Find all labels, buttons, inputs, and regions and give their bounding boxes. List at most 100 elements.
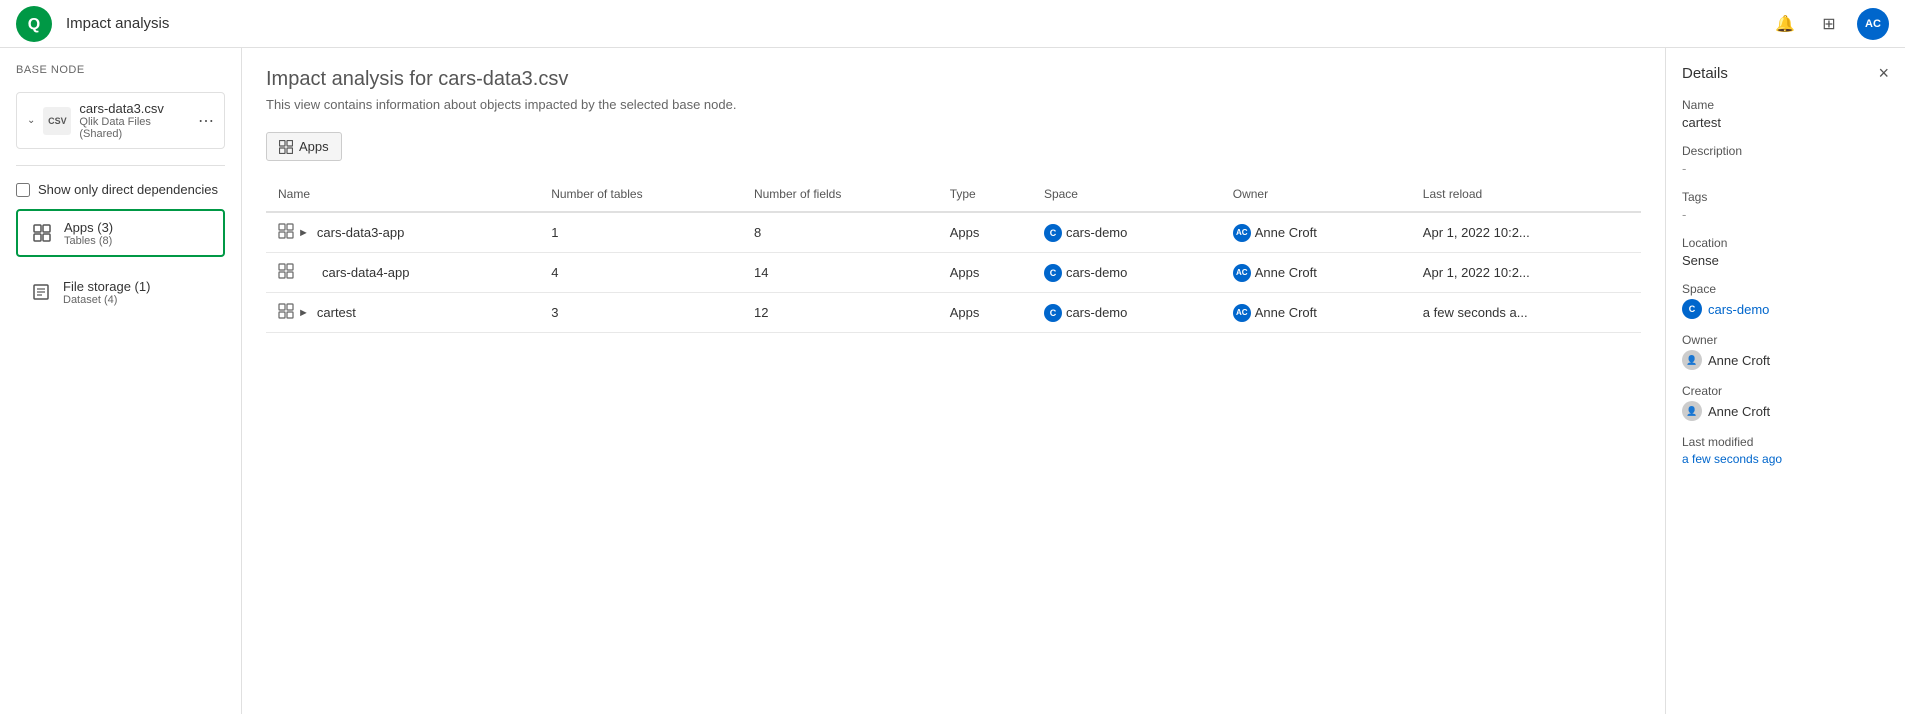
detail-tags-label: Tags [1682,190,1889,204]
row-space-dot-icon: C [1044,224,1062,242]
row-space-name: cars-demo [1066,225,1127,240]
row-name: cars-data4-app [322,265,409,280]
row-app-icon [278,223,294,242]
col-name: Name [266,177,539,212]
detail-creator-icon: 👤 [1682,401,1702,421]
page-title: Impact analysis for cars-data3.csv [266,68,1641,91]
row-space-dot-icon: C [1044,264,1062,282]
detail-last-modified-label: Last modified [1682,435,1889,449]
row-space: C cars-demo [1032,212,1221,253]
row-owner: AC Anne Croft [1221,253,1411,293]
svg-text:Q: Q [28,16,40,33]
detail-owner-icon: 👤 [1682,350,1702,370]
detail-location-value: Sense [1682,253,1889,268]
table-row[interactable]: ► cars-data3-app 1 8 Apps C cars-demo AC… [266,212,1641,253]
detail-description-label: Description [1682,144,1889,158]
logo-area: Q Impact analysis [16,6,169,42]
col-last-reload: Last reload [1411,177,1641,212]
file-storage-nav-title: File storage (1) [63,279,214,294]
base-node-label: Base node [16,64,225,76]
row-space: C cars-demo [1032,253,1221,293]
file-storage-nav-icon [27,278,55,306]
detail-creator-label: Creator [1682,384,1889,398]
base-node-info: cars-data3.csv Qlik Data Files (Shared) [79,101,190,140]
detail-description-section: Description - [1682,144,1889,176]
table-row[interactable]: cars-data4-app 4 14 Apps C cars-demo AC … [266,253,1641,293]
detail-owner-row: 👤 Anne Croft [1682,350,1889,370]
detail-name-label: Name [1682,98,1889,112]
row-num-fields: 8 [742,212,938,253]
row-owner: AC Anne Croft [1221,212,1411,253]
detail-location-label: Location [1682,236,1889,250]
row-expand-button[interactable]: ► [298,227,309,239]
details-panel: Details × Name cartest Description - Tag… [1665,48,1905,714]
topnav-icons: 🔔 ⊞ AC [1769,8,1889,40]
apps-grid-button[interactable]: ⊞ [1813,8,1845,40]
row-space-name: cars-demo [1066,265,1127,280]
row-num-tables: 4 [539,253,742,293]
row-app-icon [278,303,294,322]
row-name: cartest [317,305,356,320]
detail-description-value: - [1682,161,1889,176]
expand-chevron-icon[interactable]: ⌄ [27,115,35,126]
row-type: Apps [938,212,1032,253]
row-space: C cars-demo [1032,293,1221,333]
row-type: Apps [938,253,1032,293]
apps-tab-icon [279,140,293,154]
apps-tab-button[interactable]: Apps [266,132,342,161]
detail-space-dot-icon: C [1682,299,1702,319]
row-owner: AC Anne Croft [1221,293,1411,333]
col-type: Type [938,177,1032,212]
base-node-card: ⌄ CSV cars-data3.csv Qlik Data Files (Sh… [16,92,225,149]
row-expand-button[interactable]: ► [298,307,309,319]
sidebar-item-apps[interactable]: Apps (3) Tables (8) [16,209,225,257]
detail-space-link[interactable]: cars-demo [1708,302,1769,317]
table-row[interactable]: ► cartest 3 12 Apps C cars-demo AC Anne … [266,293,1641,333]
close-details-button[interactable]: × [1878,64,1889,82]
detail-owner-label: Owner [1682,333,1889,347]
apps-nav-sub: Tables (8) [64,235,213,247]
apps-tab-label: Apps [299,139,329,154]
row-owner-name: Anne Croft [1255,225,1317,240]
detail-owner-value: Anne Croft [1708,353,1770,368]
user-avatar-button[interactable]: AC [1857,8,1889,40]
file-storage-nav-text: File storage (1) Dataset (4) [63,279,214,306]
detail-space-section: Space C cars-demo [1682,282,1889,319]
col-num-tables: Number of tables [539,177,742,212]
topnav: Q Impact analysis 🔔 ⊞ AC [0,0,1905,48]
row-name-cell: cars-data4-app [266,253,539,293]
file-storage-nav-sub: Dataset (4) [63,294,214,306]
notifications-button[interactable]: 🔔 [1769,8,1801,40]
direct-dependencies-checkbox[interactable] [16,183,30,197]
detail-last-modified-value: a few seconds ago [1682,452,1889,466]
col-space: Space [1032,177,1221,212]
row-last-reload: Apr 1, 2022 10:2... [1411,212,1641,253]
sidebar-item-file-storage[interactable]: File storage (1) Dataset (4) [16,269,225,315]
row-num-fields: 14 [742,253,938,293]
detail-location-section: Location Sense [1682,236,1889,268]
detail-space-badge: C cars-demo [1682,299,1889,319]
row-type: Apps [938,293,1032,333]
apps-nav-text: Apps (3) Tables (8) [64,220,213,247]
row-owner-dot-icon: AC [1233,304,1251,322]
row-last-reload: Apr 1, 2022 10:2... [1411,253,1641,293]
col-num-fields: Number of fields [742,177,938,212]
sidebar-divider [16,165,225,166]
row-name-cell: ► cars-data3-app [266,212,539,253]
detail-tags-section: Tags - [1682,190,1889,222]
qlik-logo-icon: Q [16,6,52,42]
detail-tags-value: - [1682,207,1889,222]
table-header: Name Number of tables Number of fields T… [266,177,1641,212]
detail-space-label: Space [1682,282,1889,296]
base-node-filename: cars-data3.csv [79,101,190,116]
table-body: ► cars-data3-app 1 8 Apps C cars-demo AC… [266,212,1641,333]
base-node-location: Qlik Data Files (Shared) [79,116,190,140]
main-layout: Base node ⌄ CSV cars-data3.csv Qlik Data… [0,48,1905,714]
main-content: Impact analysis for cars-data3.csv This … [242,48,1665,714]
details-panel-header: Details × [1682,64,1889,82]
detail-name-value: cartest [1682,115,1889,130]
apps-nav-icon [28,219,56,247]
row-num-fields: 12 [742,293,938,333]
more-options-button[interactable]: ⋯ [198,111,214,131]
row-space-dot-icon: C [1044,304,1062,322]
